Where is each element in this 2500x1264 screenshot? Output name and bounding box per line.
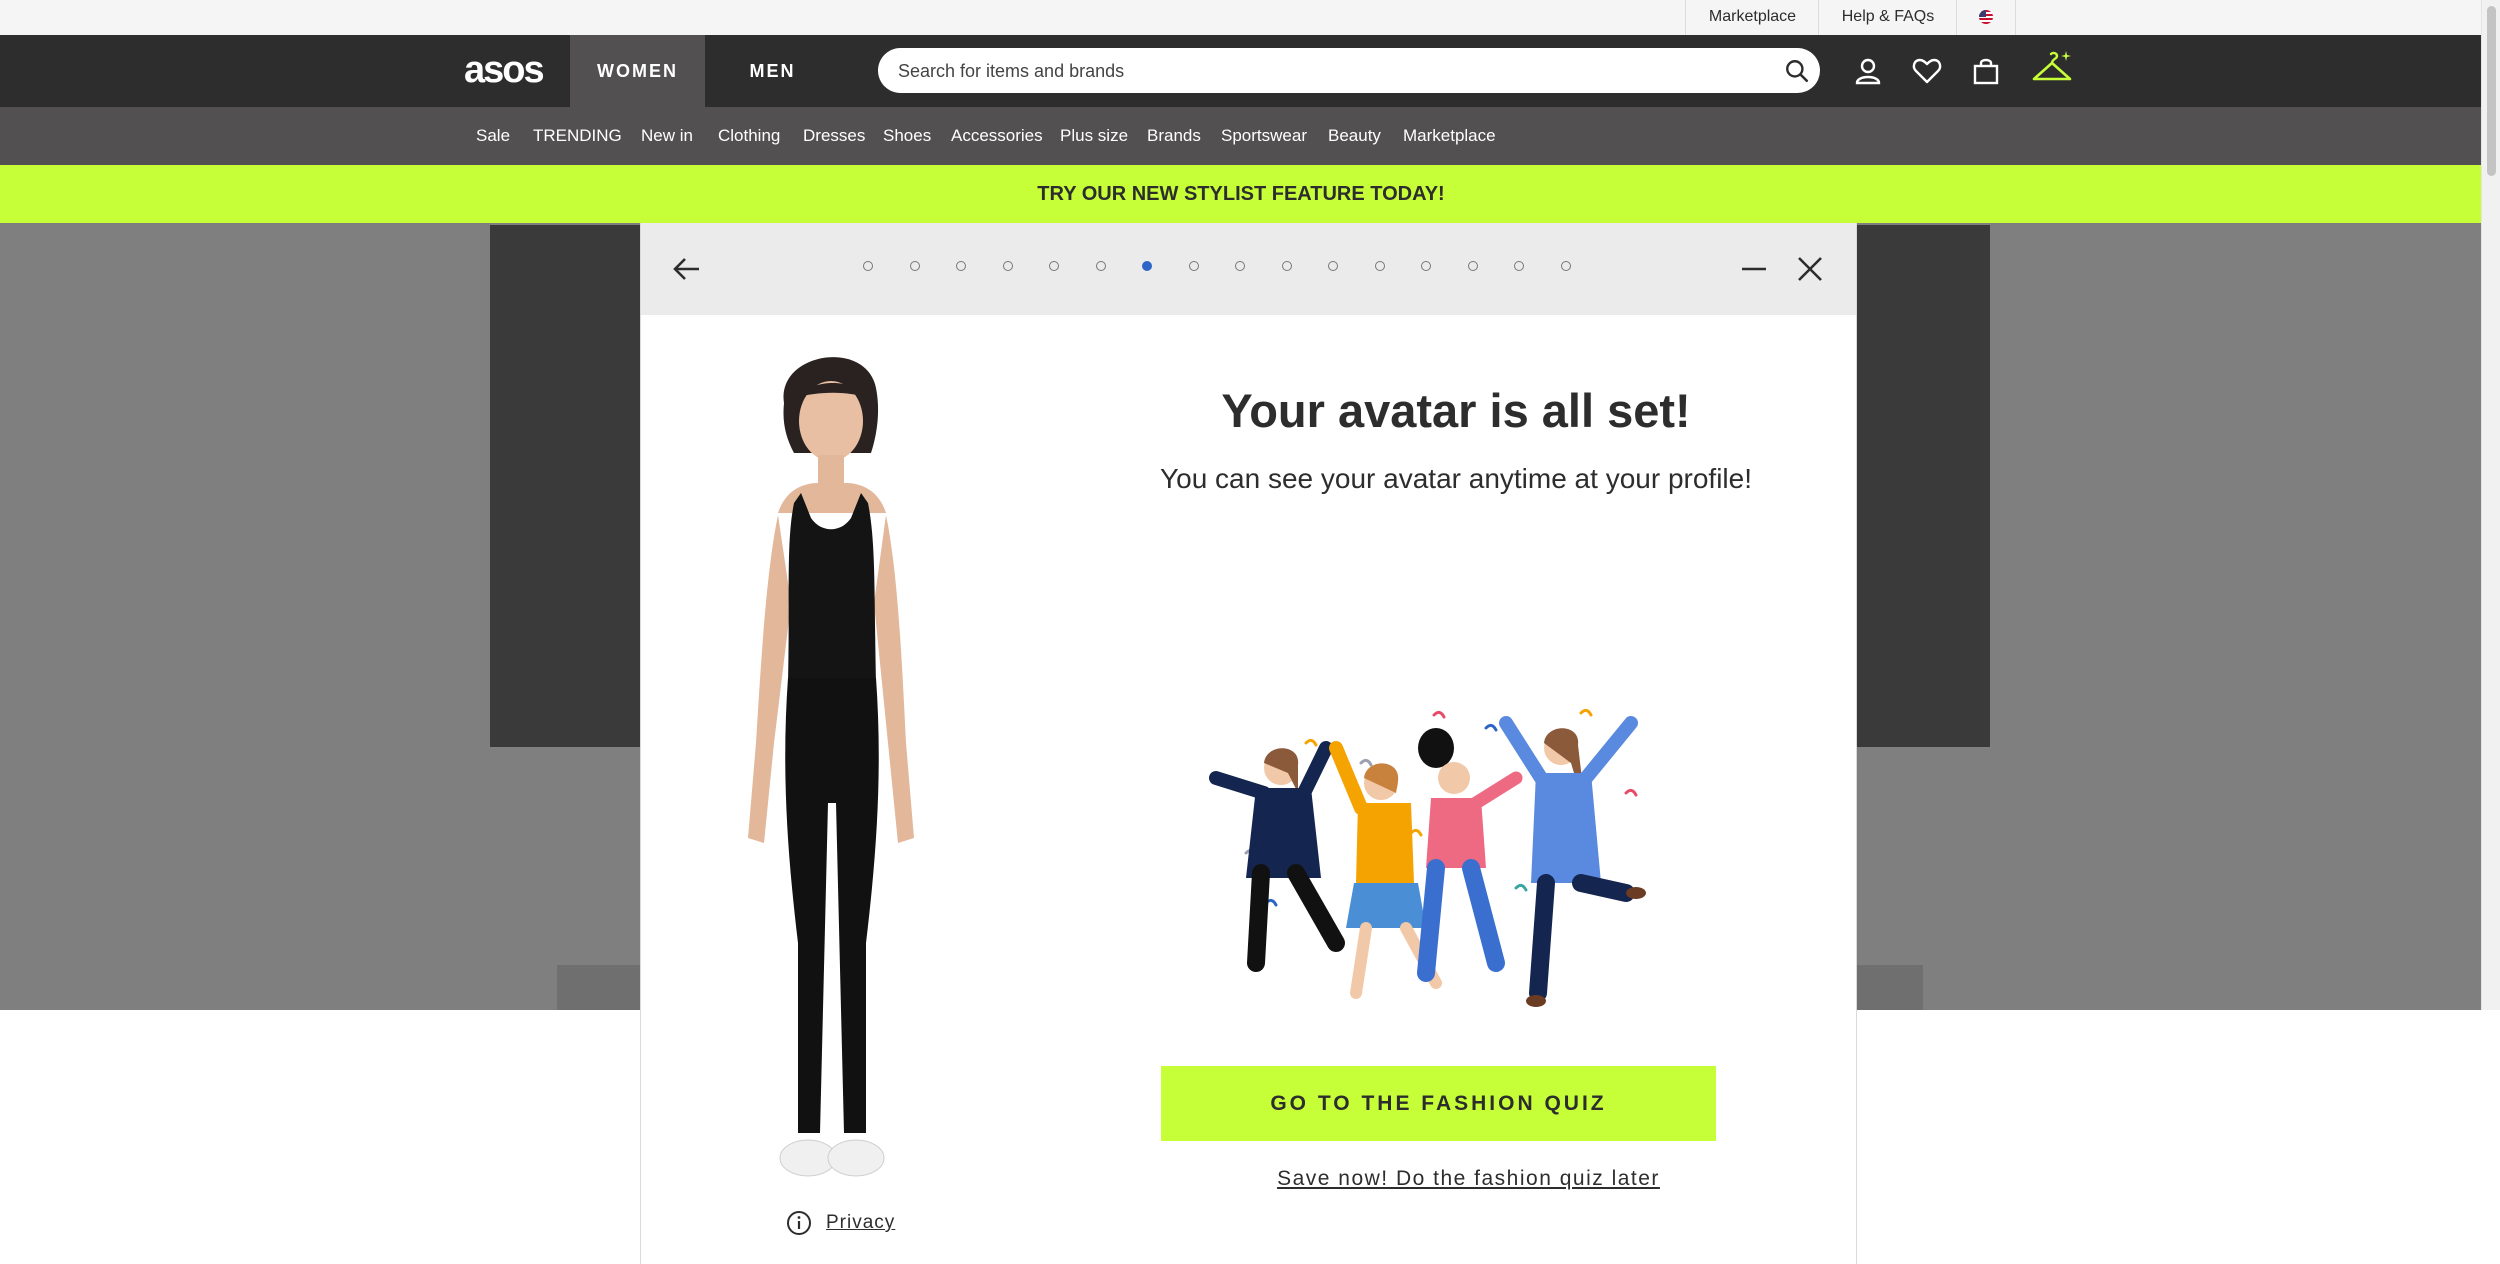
help-faqs-link[interactable]: Help & FAQs: [1818, 0, 1957, 35]
nav-brands[interactable]: Brands: [1147, 107, 1201, 165]
progress-dot: [1002, 261, 1013, 271]
progress-dot: [1235, 261, 1245, 271]
progress-dot: [956, 261, 966, 271]
progress-dot: [1281, 261, 1292, 271]
page: Marketplace Help & FAQs asos WOMEN MEN S…: [0, 0, 2482, 1264]
progress-dot: [1095, 261, 1106, 271]
nav-dresses[interactable]: Dresses: [803, 107, 865, 165]
asos-logo[interactable]: asos: [464, 49, 545, 92]
nav-new-in[interactable]: New in: [641, 107, 693, 165]
info-icon: [787, 1211, 811, 1235]
account-icon[interactable]: [1852, 55, 1884, 87]
nav-sale[interactable]: Sale: [476, 107, 510, 165]
marketplace-link[interactable]: Marketplace: [1685, 0, 1819, 35]
avatar-modal: Your avatar is all set! You can see your…: [640, 223, 1857, 1264]
fashion-quiz-button[interactable]: GO TO THE FASHION QUIZ: [1161, 1066, 1716, 1141]
nav-plus-size[interactable]: Plus size: [1060, 107, 1128, 165]
scrollbar-thumb[interactable]: [2487, 6, 2496, 176]
nav-accessories[interactable]: Accessories: [951, 107, 1043, 165]
save-quiz-later-link[interactable]: Save now! Do the fashion quiz later: [1101, 1167, 1836, 1191]
modal-header: [641, 223, 1856, 315]
nav-beauty[interactable]: Beauty: [1328, 107, 1381, 165]
minimize-icon[interactable]: [1736, 251, 1772, 287]
privacy-link[interactable]: Privacy: [826, 1212, 895, 1234]
main-nav: asos WOMEN MEN: [0, 35, 2482, 107]
progress-dot: [1560, 261, 1571, 271]
modal-subtitle: You can see your avatar anytime at your …: [1160, 463, 1752, 494]
promo-banner[interactable]: TRY OUR NEW STYLIST FEATURE TODAY!: [0, 165, 2482, 223]
back-arrow-icon[interactable]: [669, 251, 705, 287]
nav-clothing[interactable]: Clothing: [718, 107, 780, 165]
hanger-stylist-icon[interactable]: [2030, 49, 2074, 91]
utility-bar: Marketplace Help & FAQs: [0, 0, 2482, 36]
bag-icon[interactable]: [1970, 55, 2002, 87]
progress-dot: [863, 261, 873, 271]
progress-dot: [1514, 261, 1524, 271]
nav-marketplace[interactable]: Marketplace: [1403, 107, 1496, 165]
progress-dot: [1328, 261, 1338, 271]
progress-dot: [1374, 261, 1385, 271]
progress-dot: [1188, 261, 1199, 271]
celebration-illustration: [1209, 708, 1646, 1007]
tab-women[interactable]: WOMEN: [570, 35, 705, 107]
nav-sportswear[interactable]: Sportswear: [1221, 107, 1307, 165]
modal-title: Your avatar is all set!: [1221, 384, 1691, 437]
heart-icon[interactable]: [1911, 55, 1943, 87]
progress-dot: [1142, 261, 1152, 271]
country-selector[interactable]: [1956, 0, 2016, 35]
progress-dot: [1467, 261, 1478, 271]
us-flag-icon: [1979, 10, 1993, 24]
search-input[interactable]: [896, 48, 1760, 95]
tab-men[interactable]: MEN: [705, 35, 840, 107]
search-box: [878, 48, 1820, 95]
category-nav: Sale TRENDING New in Clothing Dresses Sh…: [0, 107, 2482, 165]
nav-trending[interactable]: TRENDING: [533, 107, 622, 165]
avatar-image: [748, 357, 914, 1177]
nav-shoes[interactable]: Shoes: [883, 107, 931, 165]
progress-dot: [1049, 261, 1059, 271]
progress-dot: [1421, 261, 1431, 271]
progress-dot: [909, 261, 920, 271]
search-icon[interactable]: [1784, 58, 1810, 84]
page-scrollbar[interactable]: [2481, 0, 2500, 1010]
close-icon[interactable]: [1792, 251, 1828, 287]
